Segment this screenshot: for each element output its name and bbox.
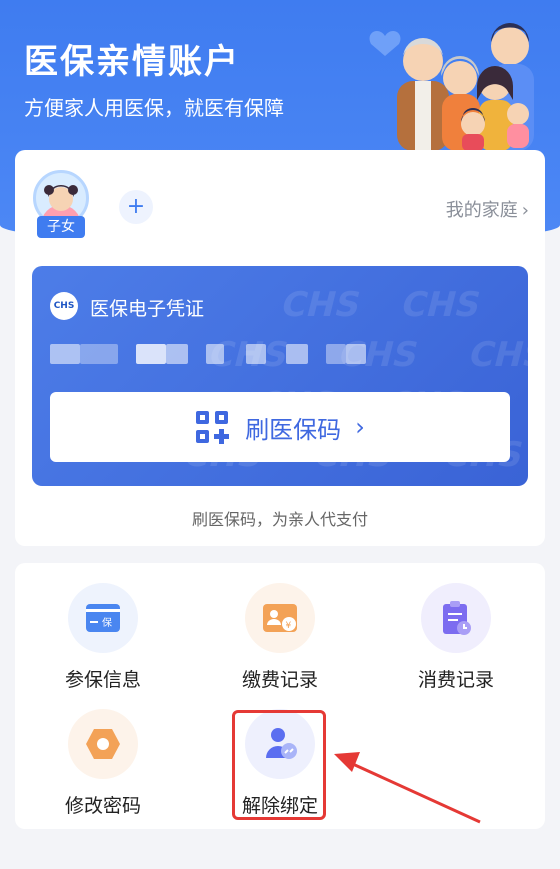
scan-button-label: 刷医保码	[245, 415, 342, 444]
svg-text:CHS: CHS	[277, 285, 365, 324]
red-arrow-annotation	[334, 752, 481, 824]
svg-text:保: 保	[102, 616, 112, 629]
tool-payment-records[interactable]: ¥ 缴费记录	[210, 583, 350, 692]
tool-insurance-info[interactable]: 保 参保信息	[33, 583, 173, 692]
certificate-title: 医保电子凭证	[90, 298, 205, 320]
tool-label: 消费记录	[417, 669, 494, 691]
chevron-right-icon: ›	[355, 413, 365, 441]
insurance-card-icon: 保	[68, 583, 138, 653]
page-title: 医保亲情账户	[24, 42, 240, 82]
insurance-certificate-card: CHS CHS CHS CHS CHS CHS CHS CHS CHS CHS …	[32, 266, 528, 486]
my-family-label: 我的家庭	[445, 200, 518, 221]
tool-label: 修改密码	[64, 795, 141, 817]
svg-text:CHS: CHS	[397, 285, 485, 324]
add-member-button[interactable]: +	[119, 190, 153, 224]
chevron-right-icon: ›	[521, 200, 529, 221]
tool-consumption-records[interactable]: 消费记录	[386, 583, 526, 692]
tool-change-password[interactable]: 修改密码	[33, 709, 173, 818]
consumption-record-icon	[421, 583, 491, 653]
tool-label: 参保信息	[64, 669, 141, 691]
scan-caption: 刷医保码，为亲人代支付	[191, 510, 368, 529]
page-subtitle: 方便家人用医保，就医有保障	[24, 96, 284, 120]
svg-text:CHS: CHS	[465, 335, 528, 374]
masked-id-number	[50, 344, 380, 366]
highlight-box	[232, 710, 326, 820]
change-password-icon	[68, 709, 138, 779]
qr-code-icon	[196, 411, 230, 444]
member-role-badge: 子女	[37, 216, 85, 238]
scan-insurance-code-button[interactable]: 刷医保码 ›	[50, 392, 510, 462]
my-family-link[interactable]: 我的家庭 ›	[446, 196, 529, 222]
chs-logo-icon: CHS	[50, 292, 78, 320]
svg-text:¥: ¥	[286, 621, 292, 631]
family-account-card: 子女 + 我的家庭› CHS CHS CHS CHS CHS CHS CHS C…	[15, 150, 545, 546]
tool-label: 缴费记录	[241, 669, 318, 691]
family-illustration	[369, 23, 534, 151]
payment-record-icon: ¥	[245, 583, 315, 653]
